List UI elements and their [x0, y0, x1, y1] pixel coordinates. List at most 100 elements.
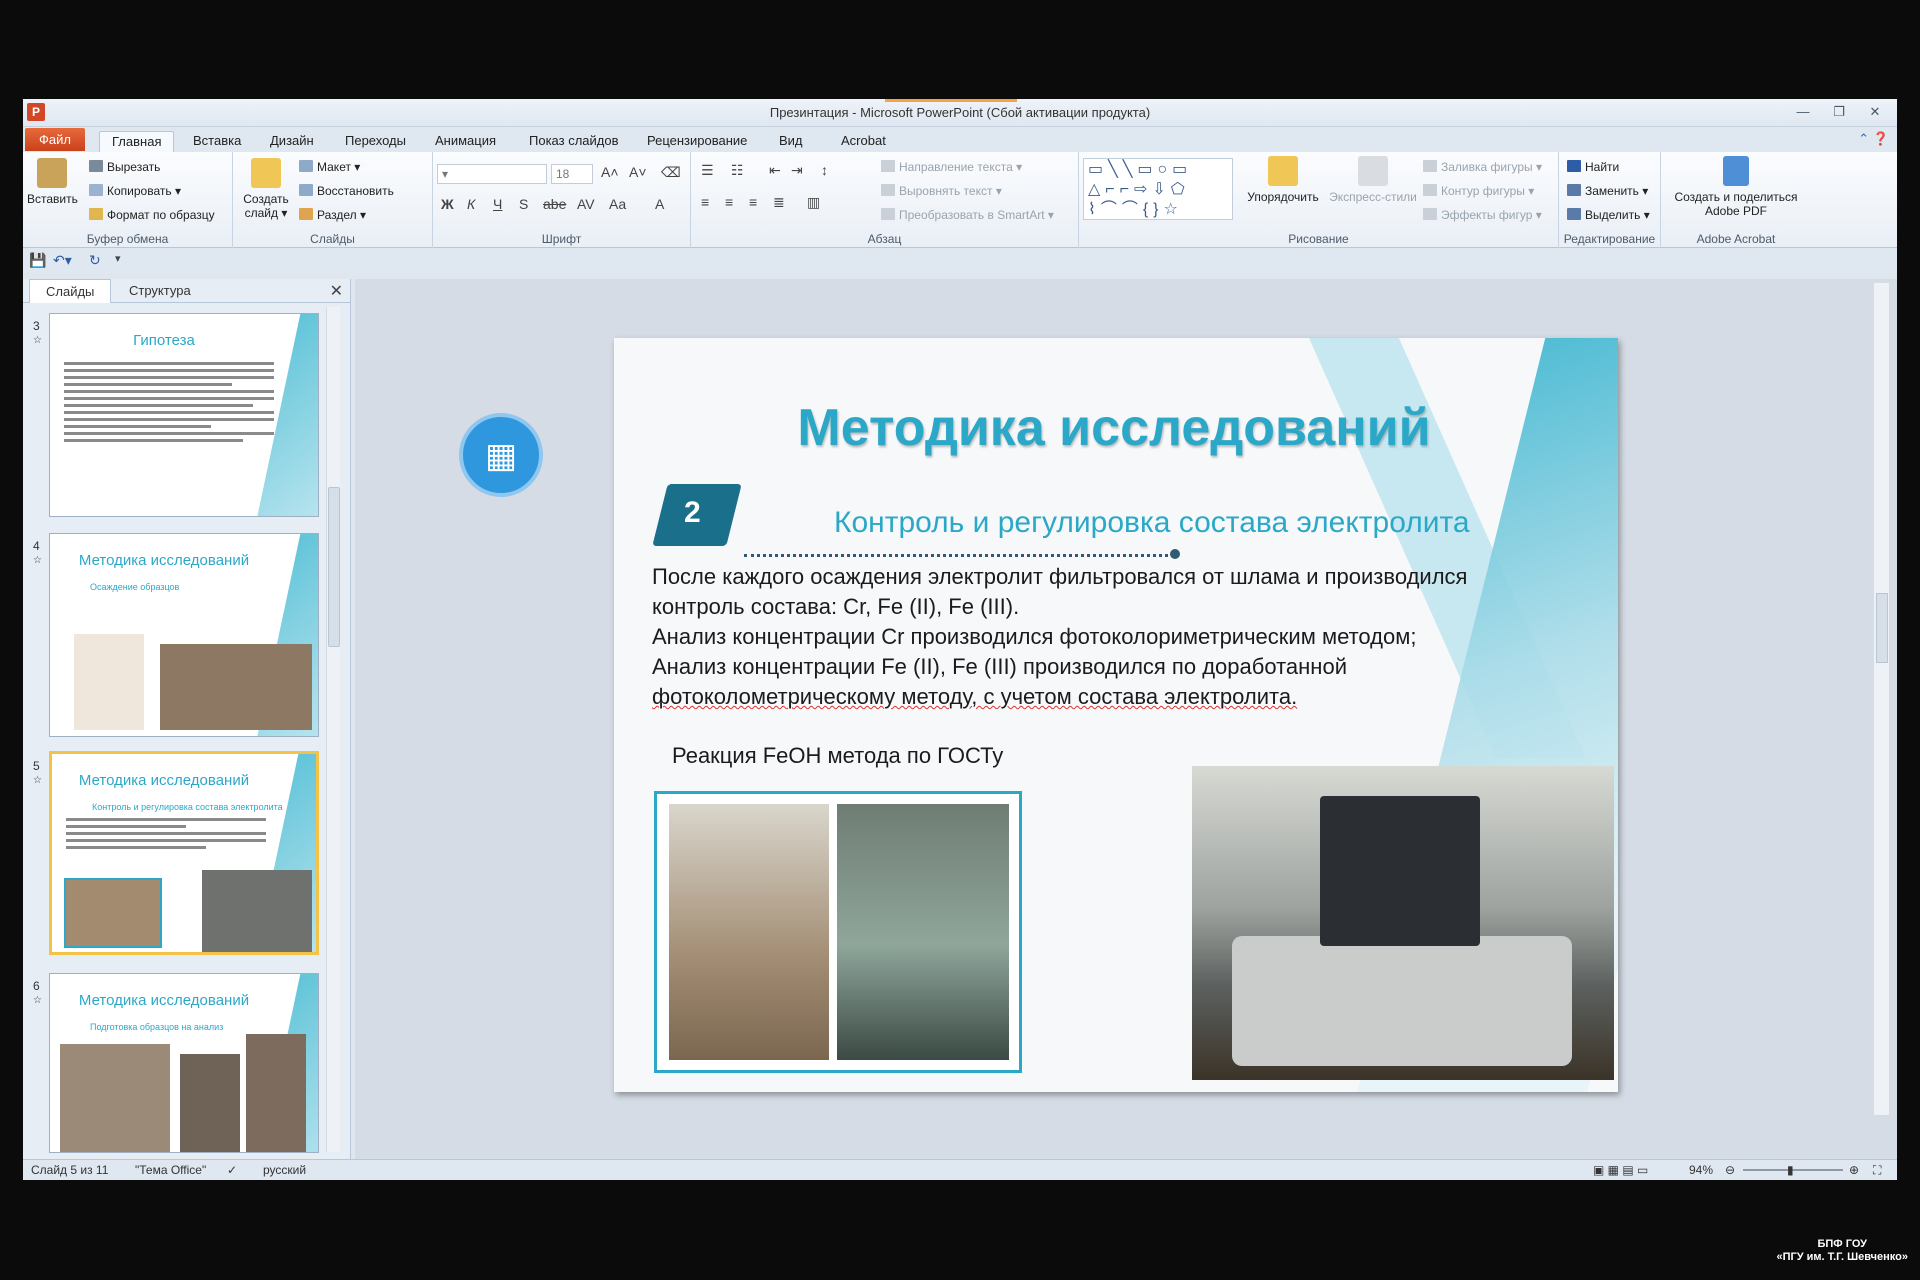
paint-bucket-icon — [1423, 160, 1437, 172]
arrange-button[interactable]: Упорядочить — [1243, 156, 1323, 204]
strike-button[interactable]: abe — [543, 196, 566, 212]
columns-icon[interactable]: ▥ — [807, 194, 820, 211]
shadow-button[interactable]: S — [519, 196, 528, 212]
create-pdf-button[interactable]: Создать и поделиться Adobe PDF — [1665, 156, 1807, 218]
customize-qat-icon[interactable]: ▾ — [115, 252, 121, 265]
panel-scrollbar[interactable] — [326, 307, 340, 1152]
watermark: БПФ ГОУ «ПГУ им. Т.Г. Шевченко» — [1776, 1238, 1908, 1263]
presentation-chart-icon[interactable]: ▦ — [459, 413, 543, 497]
star-icon: ☆ — [33, 775, 42, 786]
indent-decrease-icon[interactable]: ⇤ — [769, 162, 781, 179]
new-slide-button[interactable]: Создать слайд ▾ — [239, 158, 293, 220]
save-icon[interactable]: 💾 — [29, 252, 46, 269]
justify-icon[interactable]: ≣ — [773, 194, 785, 211]
underline-button[interactable]: Ч — [493, 196, 502, 212]
group-label-clipboard: Буфер обмена — [86, 232, 169, 246]
align-left-icon[interactable]: ≡ — [701, 194, 709, 210]
font-color-icon[interactable]: A — [655, 196, 664, 212]
section-button[interactable]: Раздел ▾ — [299, 208, 366, 222]
language[interactable]: русский — [263, 1163, 306, 1177]
zoom-level[interactable]: 94% — [1689, 1163, 1713, 1177]
tab-animation[interactable]: Анимация — [423, 131, 508, 152]
help-icon[interactable]: ⌃ ❓ — [1858, 131, 1889, 147]
tab-view[interactable]: Вид — [767, 131, 815, 152]
format-painter-button[interactable]: Формат по образцу — [89, 208, 215, 222]
tab-outline[interactable]: Структура — [113, 279, 207, 303]
bullets-icon[interactable]: ☰ — [701, 162, 714, 179]
panel-scroll-thumb[interactable] — [328, 487, 340, 647]
fit-slide-icon[interactable]: ⛶ — [1873, 1163, 1881, 1178]
indent-increase-icon[interactable]: ⇥ — [791, 162, 803, 179]
close-icon[interactable]: ✕ — [1861, 102, 1889, 122]
view-normal-icon[interactable]: ▣ ▦ ▤ ▭ — [1593, 1163, 1648, 1177]
line-spacing-icon[interactable]: ↕ — [821, 162, 828, 178]
replace-button[interactable]: Заменить ▾ — [1567, 184, 1648, 198]
cut-button[interactable]: Вырезать — [89, 160, 160, 174]
quick-access-toolbar: 💾 ↶▾ ↻ ▾ — [23, 249, 1897, 273]
case-button[interactable]: Aa — [609, 196, 626, 212]
shape-effects-button[interactable]: Эффекты фигур ▾ — [1423, 208, 1542, 222]
select-button[interactable]: Выделить ▾ — [1567, 208, 1650, 222]
tab-slideshow[interactable]: Показ слайдов — [517, 131, 631, 152]
smartart-button[interactable]: Преобразовать в SmartArt ▾ — [881, 208, 1054, 222]
paste-label: Вставить — [27, 192, 78, 206]
tab-home[interactable]: Главная — [99, 131, 175, 152]
reset-button[interactable]: Восстановить — [299, 184, 394, 198]
badge-number: 2 — [684, 496, 701, 529]
shape-outline-button[interactable]: Контур фигуры ▾ — [1423, 184, 1534, 198]
slide-subtitle[interactable]: Контроль и регулировка состава электроли… — [834, 506, 1470, 540]
shape-fill-button[interactable]: Заливка фигуры ▾ — [1423, 160, 1542, 174]
slide-body-text[interactable]: После каждого осаждения электролит фильт… — [652, 562, 1582, 712]
clear-format-icon[interactable]: ⌫ — [661, 164, 681, 181]
bold-button[interactable]: Ж — [441, 196, 454, 212]
find-button[interactable]: Найти — [1567, 160, 1619, 174]
spacing-icon[interactable]: AV — [577, 196, 595, 212]
font-size-combo[interactable]: 18 — [551, 164, 593, 184]
redo-icon[interactable]: ↻ — [89, 252, 101, 269]
panel-close-icon[interactable]: ✕ — [330, 281, 343, 301]
quick-styles-button[interactable]: Экспресс-стили — [1325, 156, 1421, 204]
thumb-title: Методика исследований — [78, 992, 250, 1009]
restore-icon[interactable]: ❐ — [1825, 102, 1853, 122]
minimize-icon[interactable]: — — [1789, 102, 1817, 122]
slide-thumbnail-4[interactable]: Методика исследований Осаждение образцов — [49, 533, 319, 737]
editor-scrollbar[interactable] — [1873, 283, 1889, 1115]
italic-button[interactable]: К — [467, 196, 475, 212]
tab-acrobat[interactable]: Acrobat — [829, 131, 898, 152]
slide-title[interactable]: Методика исследований — [734, 398, 1494, 458]
undo-icon[interactable]: ↶▾ — [53, 252, 72, 269]
tab-design[interactable]: Дизайн — [258, 131, 326, 152]
slide-thumbnail-3[interactable]: Гипотеза — [49, 313, 319, 517]
thumb-subtitle: Осаждение образцов — [90, 582, 180, 592]
zoom-out-icon[interactable]: ⊖ — [1725, 1163, 1735, 1177]
grow-font-icon[interactable]: A˄ — [601, 164, 619, 180]
tab-slides[interactable]: Слайды — [29, 279, 112, 303]
align-right-icon[interactable]: ≡ — [749, 194, 757, 210]
slide-thumbnail-6[interactable]: Методика исследований Подготовка образцо… — [49, 973, 319, 1153]
text-direction-button[interactable]: Направление текста ▾ — [881, 160, 1022, 174]
tab-review[interactable]: Рецензирование — [635, 131, 759, 152]
spellcheck-icon[interactable]: ✓ — [227, 1163, 237, 1177]
layout-button[interactable]: Макет ▾ — [299, 160, 360, 174]
font-name-combo[interactable]: ▾ — [437, 164, 547, 184]
tab-transitions[interactable]: Переходы — [333, 131, 418, 152]
shapes-gallery[interactable]: ▭╲╲▭○▭ △⌐⌐⇨⇩⬠ ⌇⌒⌒{}☆ — [1083, 158, 1233, 220]
zoom-thumb[interactable]: ▮ — [1787, 1163, 1794, 1177]
current-slide[interactable]: Методика исследований 2 Контроль и регул… — [614, 338, 1618, 1092]
photometer-photo[interactable] — [1192, 766, 1614, 1080]
flask-photos[interactable] — [654, 791, 1022, 1073]
tab-file[interactable]: Файл — [25, 128, 85, 151]
numbering-icon[interactable]: ☷ — [731, 162, 744, 179]
photo-caption[interactable]: Реакция FeOH метода по ГОСТу — [672, 743, 1003, 769]
align-text-button[interactable]: Выровнять текст ▾ — [881, 184, 1002, 198]
paste-button[interactable]: Вставить — [27, 158, 78, 206]
editor-scroll-thumb[interactable] — [1876, 593, 1888, 663]
shrink-font-icon[interactable]: A˅ — [629, 164, 647, 180]
tab-insert[interactable]: Вставка — [181, 131, 253, 152]
copy-button[interactable]: Копировать ▾ — [89, 184, 181, 198]
slide-thumbnail-5[interactable]: Методика исследований Контроль и регулир… — [49, 751, 319, 955]
section-icon — [299, 208, 313, 220]
zoom-in-icon[interactable]: ⊕ — [1849, 1163, 1859, 1177]
align-center-icon[interactable]: ≡ — [725, 194, 733, 210]
panel-tabs: Слайды Структура ✕ — [23, 279, 351, 303]
